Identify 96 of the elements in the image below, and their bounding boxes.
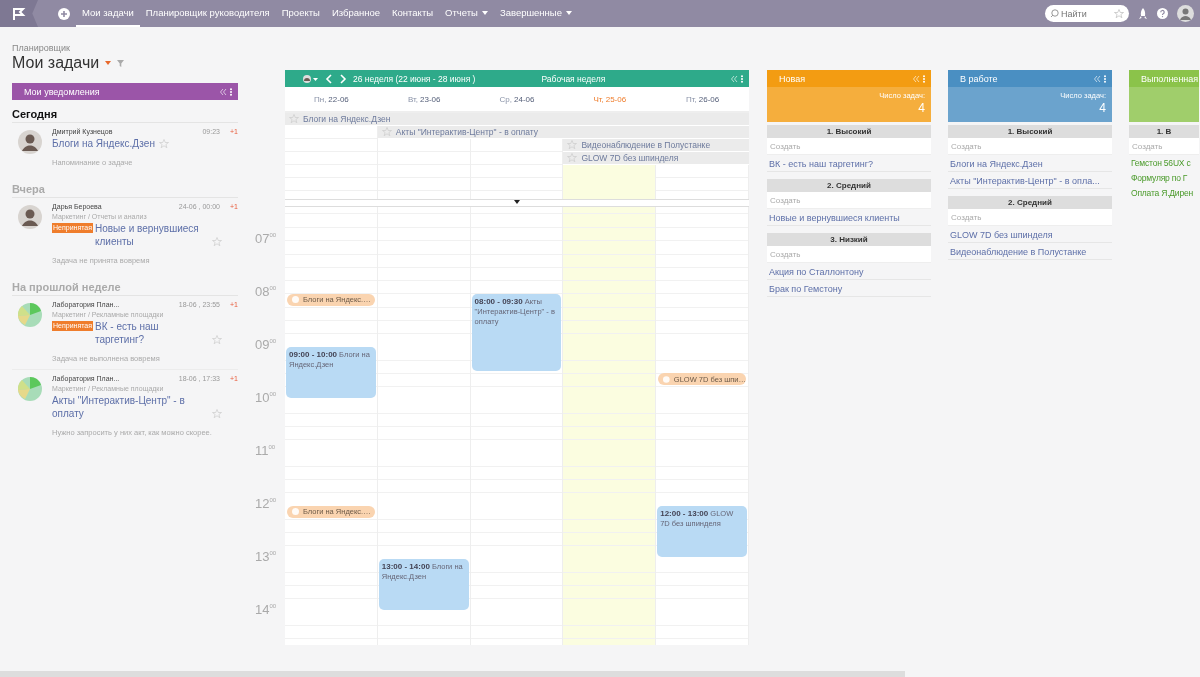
panel-title: Мои уведомления [24,86,100,97]
section-heading: На прошлой неделе [12,273,238,296]
priority-header: 1. В [1129,125,1199,138]
task-link[interactable]: Новые и вернувшиеся клиенты [95,222,208,248]
task-link[interactable]: Формуляр по Г [1129,170,1199,185]
task-link[interactable]: ВК - есть наш таргетинг? [95,320,208,346]
star-icon[interactable] [212,409,222,419]
create-field[interactable]: Создать [948,138,1112,155]
collapse-icon[interactable] [219,87,233,96]
priority-header: 2. Средний [767,179,931,192]
star-icon[interactable] [1114,8,1124,19]
help-icon[interactable] [1157,8,1168,19]
collapse-icon[interactable] [730,74,744,83]
search-icon [1050,9,1059,18]
task-count-panel [1129,87,1199,122]
nav-tab[interactable]: Избранное [325,0,387,27]
task-link[interactable]: ВК - есть наш таргетинг? [767,155,931,172]
caret-icon[interactable] [105,61,112,65]
nav-tab[interactable]: Проекты [275,0,326,27]
star-icon[interactable] [212,237,222,247]
star-icon[interactable] [212,335,222,345]
group-avatar [18,303,42,327]
task-link[interactable]: Гемстон 56UX с [1129,155,1199,170]
task-link[interactable]: Брак по Гемстону [767,280,931,297]
column-title: Новая [779,73,806,84]
star-icon[interactable] [158,139,169,149]
day-header: Чт, 25-06 [592,93,628,106]
previous-icon[interactable] [325,73,333,84]
task-count: 4 [1099,101,1106,115]
star-icon[interactable] [289,114,299,124]
page-title: Мои задачи [12,54,100,72]
nav-tab[interactable]: Контакты [386,0,440,27]
filter-icon[interactable] [117,59,125,67]
priority-header: 1. Высокий [948,125,1112,138]
rocket-icon[interactable] [1138,7,1148,20]
caret-icon[interactable] [565,10,572,15]
section-heading: Сегодня [12,100,238,123]
task-link[interactable]: Новые и вернувшиеся клиенты [767,209,931,226]
priority-header: 3. Низкий [767,233,931,246]
star-icon[interactable] [567,140,578,150]
collapse-icon[interactable] [912,74,926,83]
hour-label: 09$^{00}$ [255,337,277,352]
nav-tab[interactable]: Мои задачи [76,0,140,27]
star-icon[interactable] [381,127,392,137]
next-icon[interactable] [339,73,347,84]
nav-tab[interactable]: Завершенные [493,0,578,27]
all-day-event[interactable]: Блоги на Яндекс.Дзен [285,113,749,126]
breadcrumb[interactable]: Планировщик [12,43,238,54]
hour-label: 10$^{00}$ [255,390,277,405]
create-field[interactable]: Создать [767,192,931,209]
event-title: Акты "Интерактив-Центр" - в оплату [395,127,539,137]
create-field[interactable]: Создать [767,246,931,263]
day-header: Пт, 26-06 [685,93,721,106]
caret-icon[interactable] [481,10,488,15]
event-title: GLOW 7D без шпинделя [581,153,679,163]
scrollbar[interactable] [0,671,905,677]
create-field[interactable]: Создать [767,138,931,155]
search-field[interactable]: Найти [1045,5,1129,22]
task-link[interactable]: Блоги на Яндекс.Дзен [52,137,155,150]
day-header: Вт, 23-06 [406,93,442,106]
user-avatar[interactable] [303,74,319,83]
column-title: В работе [960,73,998,84]
all-day-event[interactable]: Видеонаблюдение в Полустанке [563,139,749,152]
task-link[interactable]: Акция по Сталлонтону [767,263,931,280]
event-title: Блоги на Яндекс.Дзен [303,114,391,124]
task-link[interactable]: Блоги на Яндекс.Дзен [948,155,1112,172]
all-day-event[interactable]: GLOW 7D без шпинделя [563,152,749,165]
task-link[interactable]: Акты "Интерактив-Центр" - в оплату [52,394,208,420]
priority-header: 2. Средний [948,196,1112,209]
flag-logo-icon[interactable] [0,0,38,27]
priority-header: 1. Высокий [767,125,931,138]
create-field[interactable]: Создать [1129,138,1199,155]
nav-tab[interactable]: Планировщик руководителя [139,0,276,27]
task-count: 4 [918,101,925,115]
task-link[interactable]: Видеонаблюдение в Полустанке [948,243,1112,260]
event-title: Видеонаблюдение в Полустанке [581,140,711,150]
section-heading: Вчера [12,175,238,198]
all-day-event[interactable]: Акты "Интерактив-Центр" - в оплату [377,126,749,139]
hour-label: 07$^{00}$ [255,231,277,246]
task-link[interactable]: Акты "Интерактив-Центр" - в опла... [948,172,1112,189]
view-mode[interactable]: Рабочая неделя [541,73,606,84]
user-avatar [18,205,42,229]
group-avatar [18,377,42,401]
user-avatar [18,130,42,154]
task-link[interactable]: Оплата Я.Дирен [1129,185,1199,200]
day-header: Ср, 24-06 [498,93,536,106]
task-link[interactable]: GLOW 7D без шпинделя [948,226,1112,243]
week-range: 26 неделя (22 июня - 28 июня ) [353,73,476,84]
column-title: Выполненная [1141,73,1199,84]
create-field[interactable]: Создать [948,209,1112,226]
collapse-icon[interactable] [1093,74,1107,83]
day-header: Пн, 22-06 [312,93,350,106]
star-icon[interactable] [567,153,578,163]
add-icon[interactable] [58,7,70,20]
nav-tab[interactable]: Отчеты [439,0,494,27]
user-avatar[interactable] [1177,5,1194,22]
